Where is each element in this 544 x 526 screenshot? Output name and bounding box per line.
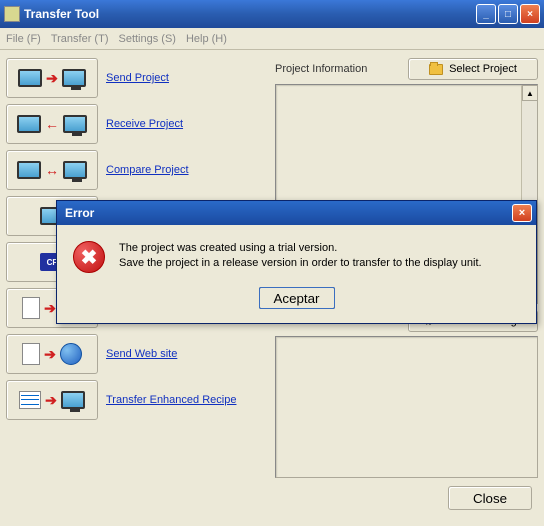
error-icon: ✖ — [73, 241, 105, 273]
menu-settings[interactable]: Settings (S) — [118, 33, 175, 45]
arrow-left-icon: ← — [45, 116, 59, 132]
send-web-row: ➔ Send Web site — [6, 334, 269, 374]
close-button[interactable]: Close — [448, 486, 532, 510]
list-icon — [19, 391, 41, 409]
titlebar: Transfer Tool _ □ × — [0, 0, 544, 28]
send-project-link[interactable]: Send Project — [106, 72, 169, 84]
close-window-button[interactable]: × — [520, 4, 540, 24]
dialog-body: ✖ The project was created using a trial … — [57, 225, 536, 287]
send-project-button[interactable]: ➔ — [6, 58, 98, 98]
error-text: The project was created using a trial ve… — [119, 241, 482, 272]
transfer-info-panel — [275, 336, 538, 478]
error-line-1: The project was created using a trial ve… — [119, 241, 482, 256]
error-dialog: Error × ✖ The project was created using … — [56, 200, 537, 324]
arrow-right-icon: ➔ — [44, 346, 56, 363]
receive-project-row: ← Receive Project — [6, 104, 269, 144]
dialog-title: Error — [61, 206, 512, 220]
document-icon — [22, 343, 40, 365]
compare-project-row: ↔ Compare Project — [6, 150, 269, 190]
arrow-right-icon: ➔ — [46, 70, 58, 87]
menu-transfer[interactable]: Transfer (T) — [51, 33, 109, 45]
dialog-ok-button[interactable]: Aceptar — [259, 287, 335, 309]
enhanced-recipe-link[interactable]: Transfer Enhanced Recipe — [106, 394, 236, 406]
scroll-up-button[interactable]: ▲ — [522, 85, 538, 101]
project-info-header: Project Information Select Project — [275, 58, 538, 80]
error-line-2: Save the project in a release version in… — [119, 256, 482, 271]
send-web-button[interactable]: ➔ — [6, 334, 98, 374]
double-arrow-icon: ↔ — [45, 162, 59, 178]
device-icon — [18, 69, 42, 87]
dialog-titlebar: Error × — [57, 201, 536, 225]
window-buttons: _ □ × — [476, 4, 540, 24]
document-icon — [22, 297, 40, 319]
enhanced-recipe-button[interactable]: ➔ — [6, 380, 98, 420]
compare-project-link[interactable]: Compare Project — [106, 164, 189, 176]
dialog-close-button[interactable]: × — [512, 204, 532, 222]
folder-icon — [429, 64, 443, 75]
monitor-icon — [63, 115, 87, 133]
receive-project-link[interactable]: Receive Project — [106, 118, 183, 130]
monitor-icon — [62, 69, 86, 87]
device-icon — [17, 115, 41, 133]
select-project-label: Select Project — [449, 63, 517, 75]
enhanced-recipe-row: ➔ Transfer Enhanced Recipe — [6, 380, 269, 420]
app-icon — [4, 6, 20, 22]
arrow-right-icon: ➔ — [44, 300, 56, 317]
menu-help[interactable]: Help (H) — [186, 33, 227, 45]
dialog-buttons: Aceptar — [57, 287, 536, 323]
device-icon — [17, 161, 41, 179]
footer: Close — [275, 478, 538, 518]
minimize-button[interactable]: _ — [476, 4, 496, 24]
select-project-button[interactable]: Select Project — [408, 58, 538, 80]
menu-file[interactable]: File (F) — [6, 33, 41, 45]
compare-project-button[interactable]: ↔ — [6, 150, 98, 190]
window-title: Transfer Tool — [24, 7, 476, 21]
maximize-button[interactable]: □ — [498, 4, 518, 24]
project-info-label: Project Information — [275, 63, 400, 75]
monitor-icon — [61, 391, 85, 409]
send-web-link[interactable]: Send Web site — [106, 348, 177, 360]
send-project-row: ➔ Send Project — [6, 58, 269, 98]
monitor-icon — [63, 161, 87, 179]
globe-icon — [60, 343, 82, 365]
menubar: File (F) Transfer (T) Settings (S) Help … — [0, 28, 544, 50]
arrow-right-icon: ➔ — [45, 392, 57, 409]
receive-project-button[interactable]: ← — [6, 104, 98, 144]
